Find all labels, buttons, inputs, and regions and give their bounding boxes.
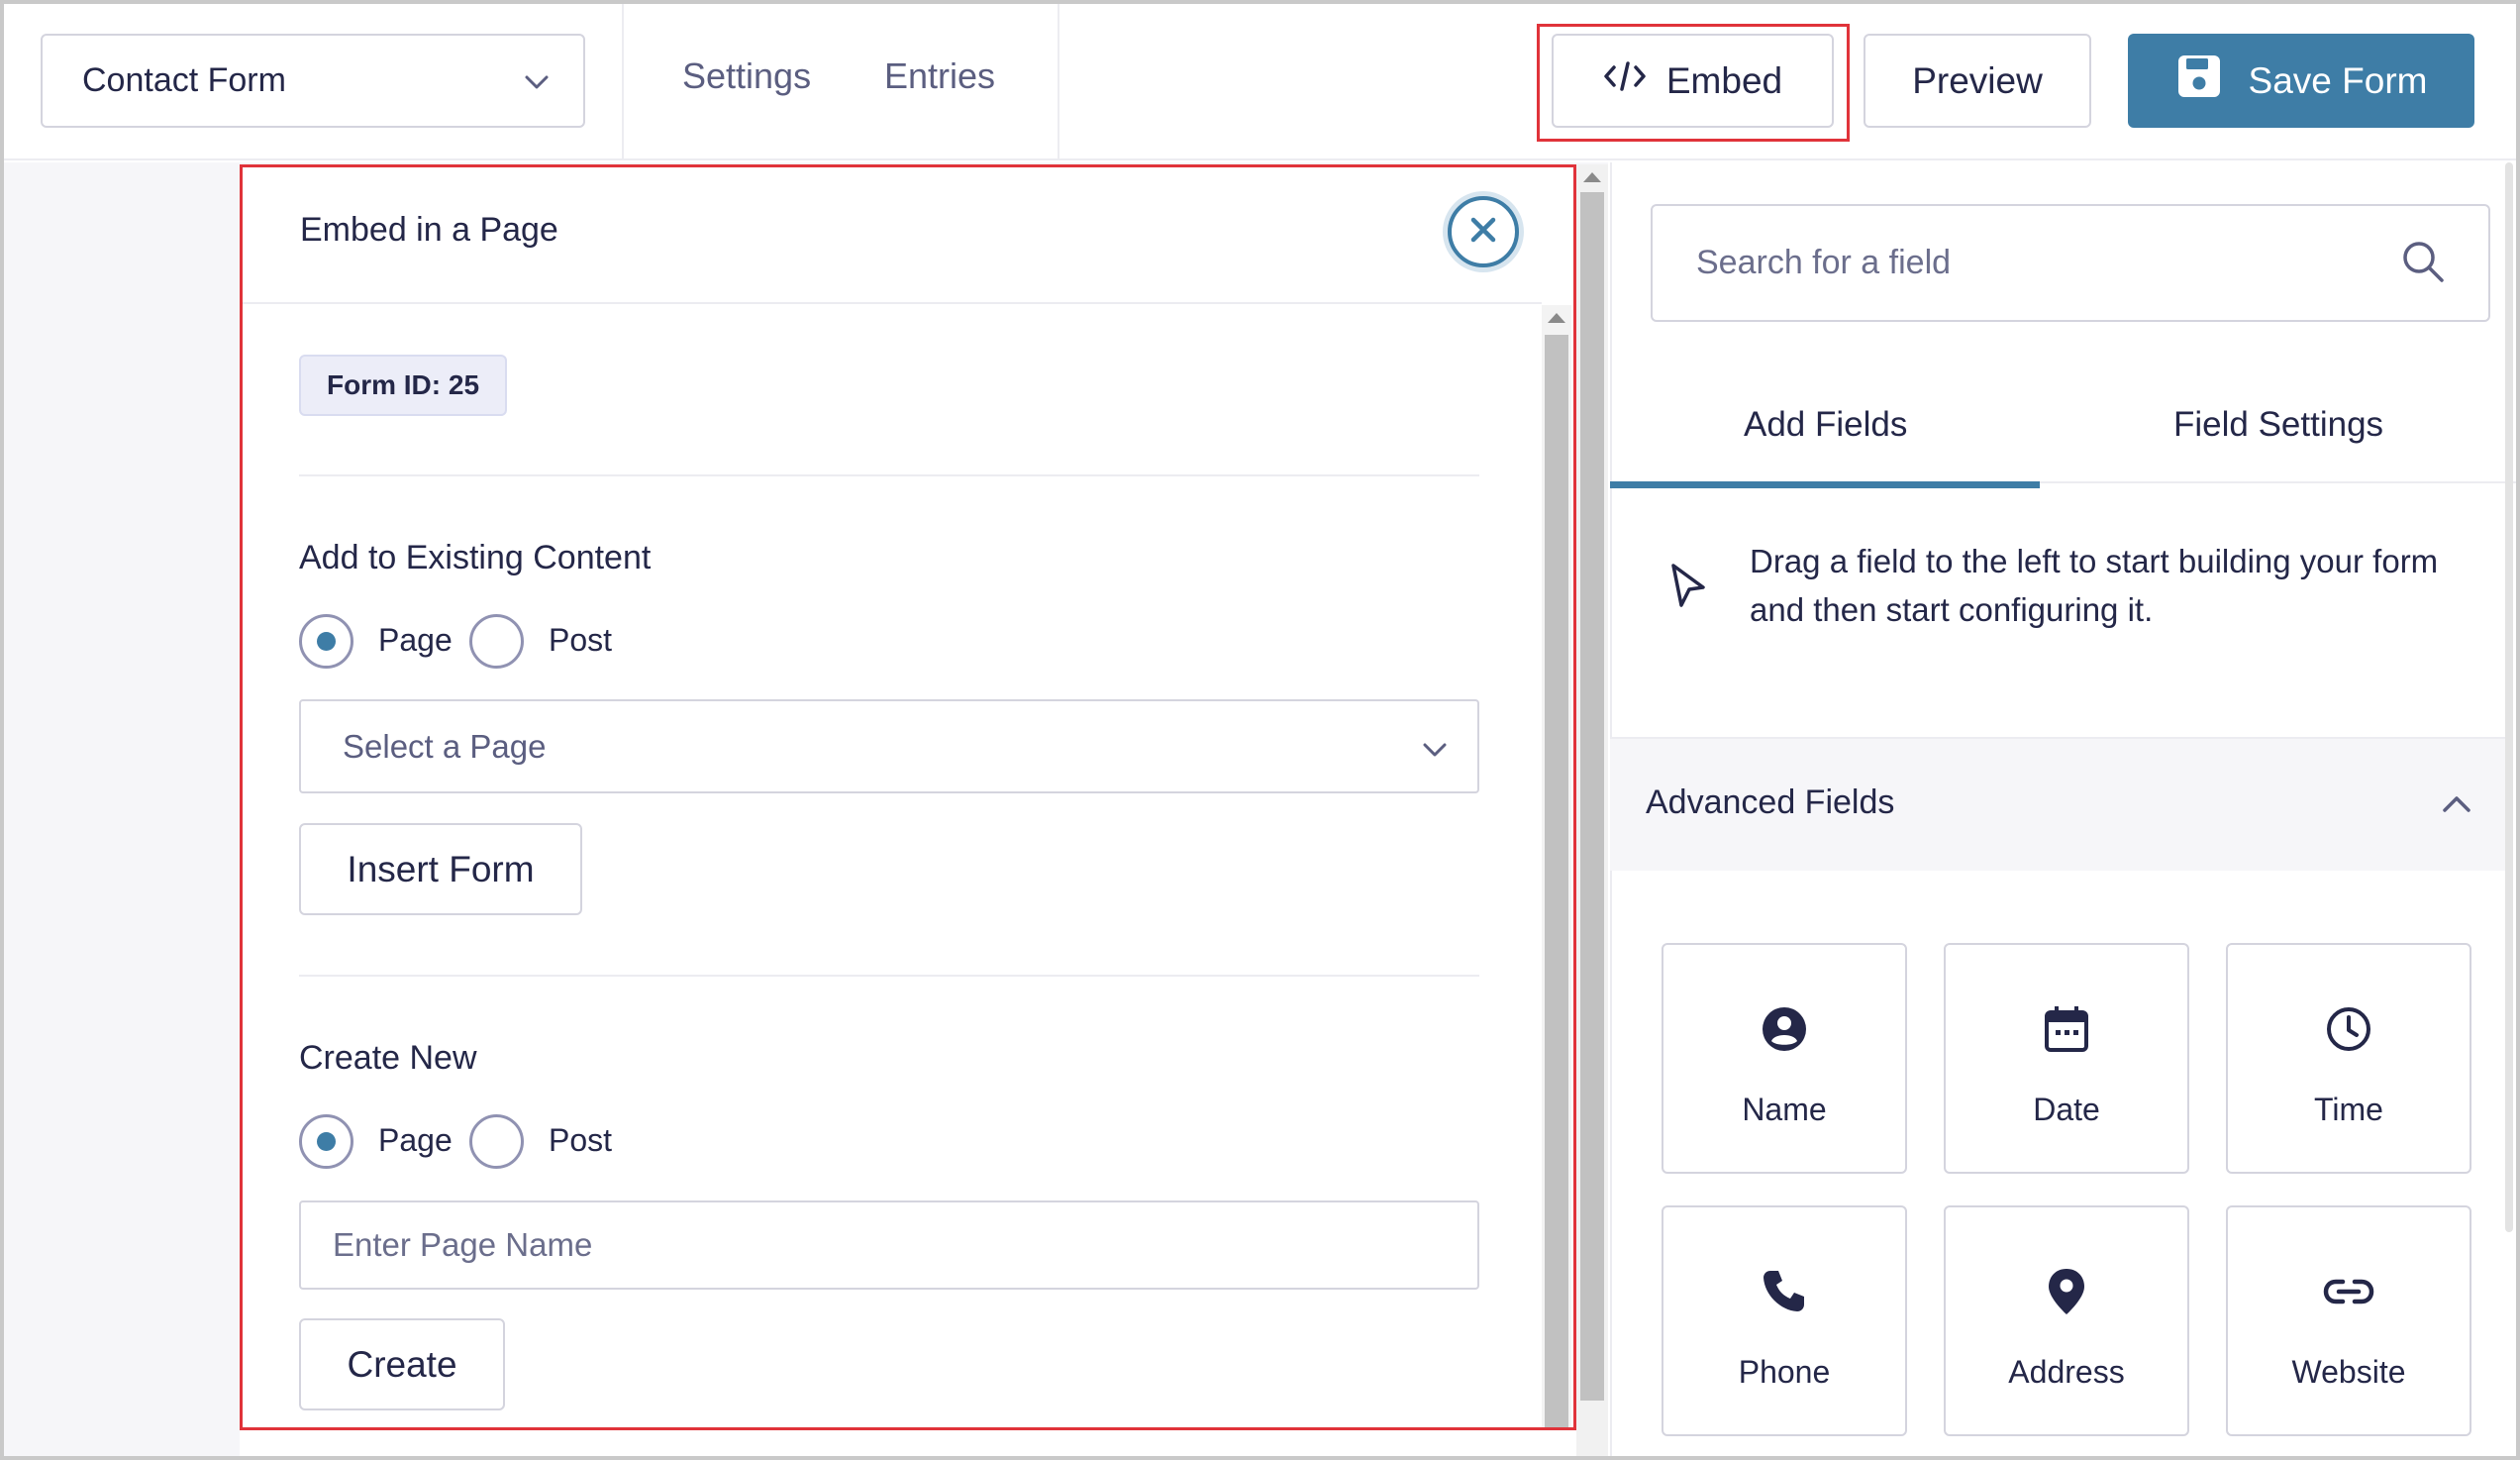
close-icon <box>1468 215 1498 250</box>
create-post-radio[interactable] <box>469 1114 524 1169</box>
divider <box>622 4 624 160</box>
select-page-dropdown[interactable]: Select a Page <box>299 699 1479 793</box>
chevron-down-icon <box>522 67 552 106</box>
preview-button[interactable]: Preview <box>1864 34 2091 128</box>
advanced-fields-header[interactable]: Advanced Fields <box>1610 737 2511 871</box>
divider <box>299 975 1479 977</box>
create-page-label: Page <box>378 1122 453 1158</box>
tab-add-fields[interactable]: Add Fields <box>1744 405 1907 445</box>
save-form-label: Save Form <box>2248 59 2428 101</box>
existing-page-radio[interactable] <box>299 614 353 669</box>
create-new-heading: Create New <box>299 1039 477 1077</box>
existing-post-label: Post <box>549 622 613 658</box>
link-icon <box>2228 1267 2470 1322</box>
canvas-scrollbar-thumb[interactable] <box>1580 192 1604 1401</box>
drag-hint-text: Drag a field to the left to start buildi… <box>1750 543 2439 628</box>
scroll-up-arrow-icon[interactable] <box>1548 313 1565 323</box>
form-selector-label: Contact Form <box>82 61 286 99</box>
advanced-fields-title: Advanced Fields <box>1646 783 1895 821</box>
select-page-value: Select a Page <box>343 727 547 765</box>
existing-content-heading: Add to Existing Content <box>299 539 652 576</box>
clock-icon <box>2228 1004 2470 1060</box>
field-card-label: Time <box>2314 1092 2383 1127</box>
form-id-badge: Form ID: 25 <box>299 355 507 416</box>
tab-field-settings[interactable]: Field Settings <box>2173 405 2383 445</box>
field-search-input[interactable] <box>1651 204 2490 322</box>
field-card-date[interactable]: Date <box>1944 943 2189 1174</box>
field-card-website[interactable]: Website <box>2226 1205 2471 1436</box>
cursor-pointer-icon <box>1669 562 1709 616</box>
chevron-up-icon <box>2440 790 2473 825</box>
field-card-label: Address <box>2008 1354 2125 1390</box>
app-window: Contact Form Settings Entries Embed Prev… <box>0 0 2520 1460</box>
form-selector[interactable]: Contact Form <box>41 34 585 128</box>
insert-form-label: Insert Form <box>347 848 535 889</box>
create-post-label: Post <box>549 1122 613 1158</box>
create-page-radio[interactable] <box>299 1114 353 1169</box>
active-tab-indicator <box>1610 481 2040 488</box>
canvas-scrollbar[interactable] <box>1576 164 1608 1456</box>
divider <box>299 474 1479 476</box>
search-icon[interactable] <box>2400 239 2446 289</box>
map-pin-icon <box>1946 1267 2187 1322</box>
phone-icon <box>1663 1267 1905 1322</box>
save-icon <box>2175 52 2223 109</box>
sidebar-scrollbar[interactable] <box>2505 162 2513 1232</box>
user-circle-icon <box>1663 1004 1905 1060</box>
field-card-label: Website <box>2291 1354 2406 1390</box>
field-card-label: Phone <box>1738 1354 1831 1390</box>
divider <box>1058 4 1059 160</box>
existing-post-radio[interactable] <box>469 614 524 669</box>
field-card-label: Date <box>2033 1092 2100 1127</box>
scroll-up-arrow-icon[interactable] <box>1583 172 1601 182</box>
existing-page-label: Page <box>378 622 453 658</box>
page-name-input[interactable] <box>299 1200 1479 1290</box>
calendar-icon <box>1946 1004 2187 1060</box>
chevron-down-icon <box>1420 735 1450 773</box>
panel-scrollbar-thumb[interactable] <box>1545 335 1568 1430</box>
insert-form-button[interactable]: Insert Form <box>299 823 582 915</box>
field-card-time[interactable]: Time <box>2226 943 2471 1174</box>
create-button[interactable]: Create <box>299 1318 505 1410</box>
close-button[interactable] <box>1448 196 1519 267</box>
embed-panel-title: Embed in a Page <box>300 211 558 249</box>
embed-panel-header: Embed in a Page <box>243 167 1542 304</box>
top-bar: Contact Form Settings Entries Embed Prev… <box>4 4 2516 160</box>
panel-scrollbar[interactable] <box>1542 305 1571 1430</box>
preview-button-label: Preview <box>1912 59 2043 101</box>
field-card-address[interactable]: Address <box>1944 1205 2189 1436</box>
field-card-label: Name <box>1742 1092 1827 1127</box>
nav-entries[interactable]: Entries <box>884 55 995 97</box>
save-form-button[interactable]: Save Form <box>2128 34 2474 128</box>
create-button-label: Create <box>347 1343 457 1385</box>
embed-highlight-box <box>1537 24 1850 142</box>
field-card-name[interactable]: Name <box>1662 943 1907 1174</box>
nav-settings[interactable]: Settings <box>682 55 811 97</box>
field-card-phone[interactable]: Phone <box>1662 1205 1907 1436</box>
